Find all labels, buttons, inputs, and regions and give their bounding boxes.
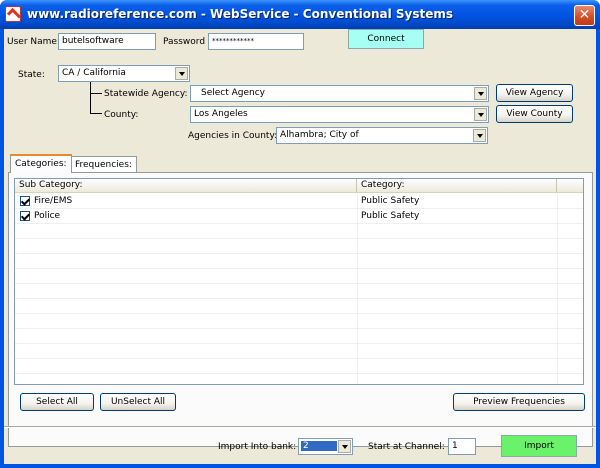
chevron-down-icon[interactable]	[473, 129, 486, 142]
unselect-all-button[interactable]: UnSelect All	[100, 393, 176, 411]
password-label: Password	[163, 37, 206, 47]
chevron-down-icon[interactable]	[338, 440, 351, 453]
tree-connector	[90, 93, 102, 94]
checkbox-checked-icon[interactable]	[20, 211, 30, 221]
agencies-in-county-select[interactable]: Alhambra; City of	[276, 127, 488, 144]
table-row-empty	[15, 284, 583, 299]
close-button[interactable]: ✕	[574, 5, 595, 26]
user-name-input[interactable]: butelsoftware	[58, 33, 156, 50]
statewide-agency-select[interactable]: Select Agency	[190, 85, 489, 102]
county-value: Los Angeles	[194, 109, 248, 119]
table-row-empty	[15, 359, 583, 374]
view-agency-button[interactable]: View Agency	[496, 84, 573, 102]
password-input[interactable]: ************	[208, 33, 304, 50]
table-row-empty	[15, 269, 583, 284]
table-row-empty	[15, 239, 583, 254]
window-title: www.radioreference.com - WebService - Co…	[27, 7, 454, 21]
tree-connector	[90, 109, 102, 114]
title-bar[interactable]: www.radioreference.com - WebService - Co…	[0, 0, 600, 29]
table-row-empty	[15, 224, 583, 239]
agencies-in-county-value: Alhambra; City of	[280, 130, 359, 140]
table-row-empty	[15, 299, 583, 314]
import-bank-label: Import Into bank:	[218, 442, 297, 452]
state-value: CA / California	[62, 68, 126, 78]
connect-button[interactable]: Connect	[348, 29, 424, 49]
start-channel-input[interactable]: 1	[448, 438, 476, 455]
statewide-agency-label: Statewide Agency:	[104, 89, 188, 99]
tab-frequencies[interactable]: Frequencies:	[70, 156, 137, 172]
view-county-button[interactable]: View County	[496, 105, 573, 123]
client-area: User Name: butelsoftware Password ******…	[4, 29, 596, 464]
column-header-sub-category[interactable]: Sub Category:	[15, 179, 357, 193]
user-name-label: User Name:	[7, 37, 60, 47]
import-bank-select[interactable]: 2	[298, 438, 353, 455]
sub-category-cell: Police	[34, 211, 61, 221]
chevron-down-icon[interactable]	[474, 108, 487, 121]
category-cell: Public Safety	[361, 211, 420, 221]
table-row-empty	[15, 329, 583, 344]
tab-categories[interactable]: Categories:	[10, 154, 72, 173]
preview-frequencies-button[interactable]: Preview Frequencies	[453, 393, 585, 411]
state-select[interactable]: CA / California	[58, 65, 190, 82]
column-header-spacer	[557, 179, 583, 193]
county-label: County:	[104, 110, 139, 120]
state-label: State:	[18, 70, 45, 80]
footer-separator	[4, 426, 596, 428]
county-select[interactable]: Los Angeles	[190, 106, 489, 123]
categories-table: Sub Category: Category: Fire/EMS Public …	[14, 178, 584, 385]
sub-category-cell: Fire/EMS	[34, 196, 73, 206]
select-all-button[interactable]: Select All	[20, 393, 94, 411]
chevron-down-icon[interactable]	[474, 87, 487, 100]
import-button[interactable]: Import	[501, 435, 577, 457]
app-logo-icon	[5, 6, 21, 22]
table-row-empty	[15, 314, 583, 329]
agencies-in-county-label: Agencies in County:	[188, 131, 278, 141]
category-cell: Public Safety	[361, 196, 420, 206]
table-row[interactable]: Fire/EMS Public Safety	[15, 194, 583, 209]
table-row[interactable]: Police Public Safety	[15, 209, 583, 224]
chevron-down-icon[interactable]	[175, 67, 188, 80]
table-row-empty	[15, 344, 583, 359]
start-channel-label: Start at Channel:	[368, 442, 445, 452]
column-header-category[interactable]: Category:	[357, 179, 557, 193]
import-bank-value: 2	[301, 441, 337, 451]
table-row-empty	[15, 254, 583, 269]
statewide-agency-value: Select Agency	[201, 88, 266, 98]
checkbox-checked-icon[interactable]	[20, 196, 30, 206]
app-window: www.radioreference.com - WebService - Co…	[0, 0, 600, 468]
